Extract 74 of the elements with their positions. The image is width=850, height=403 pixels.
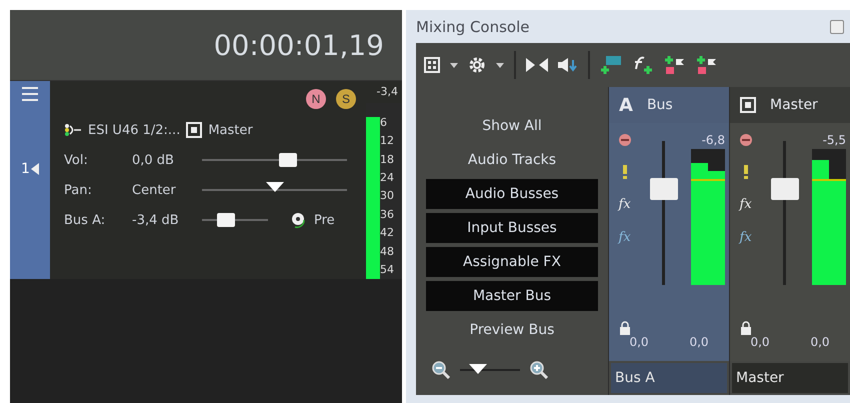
bus-name: Master	[208, 122, 253, 138]
timecode: 00:00:01,19	[214, 28, 384, 62]
peak-value: -6,8	[702, 133, 725, 149]
slider-thumb[interactable]	[278, 153, 297, 167]
filter-item[interactable]: Audio Tracks	[426, 145, 598, 175]
caret-icon[interactable]	[450, 62, 458, 68]
fader-thumb[interactable]	[771, 178, 800, 200]
filter-item[interactable]: Show All	[426, 111, 598, 141]
send-mode[interactable]: Pre	[314, 212, 335, 228]
filter-item[interactable]: Assignable FX	[426, 247, 598, 277]
fader-thumb[interactable]	[650, 178, 678, 200]
zoom-thumb[interactable]	[469, 364, 487, 374]
master-bus-icon	[186, 122, 202, 138]
track-number: 1	[21, 161, 30, 177]
control-label: Pan:	[64, 182, 93, 198]
caret-icon[interactable]	[496, 62, 504, 68]
master-bus-icon	[740, 97, 756, 113]
scale-label: 18	[380, 152, 394, 166]
channel-header[interactable]: Master	[730, 87, 850, 123]
no-entry-icon[interactable]	[738, 133, 753, 147]
control-value: 0,0 dB	[132, 152, 175, 168]
level-reading: 0,0	[689, 335, 709, 351]
scale-label: 6	[380, 116, 388, 129]
scale-label: 54	[380, 263, 394, 276]
scale-label: 48	[380, 244, 394, 258]
level-reading: 0,0	[810, 335, 830, 351]
add-track-icon[interactable]	[600, 55, 622, 75]
pan-thumb[interactable]	[266, 182, 284, 192]
menu-icon[interactable]	[22, 87, 38, 101]
solo-button[interactable]: S	[336, 89, 356, 109]
control-value: Center	[132, 182, 177, 198]
zoom-out-icon[interactable]	[432, 361, 450, 379]
zoom-in-icon[interactable]	[530, 361, 548, 379]
add-plugin-icon[interactable]	[632, 55, 654, 75]
scale-label: 36	[380, 208, 394, 221]
level-reading: 0,0	[750, 335, 770, 351]
filter-item[interactable]: Master Bus	[426, 281, 598, 311]
speaker-down-icon[interactable]	[558, 58, 578, 72]
no-entry-icon[interactable]	[618, 133, 632, 147]
grid-icon[interactable]	[424, 57, 440, 73]
fx-button[interactable]: fx	[618, 197, 631, 212]
level-reading: 0,0	[629, 335, 649, 351]
settings-icon[interactable]	[468, 56, 486, 74]
control-label: Vol:	[64, 152, 89, 168]
lock-icon[interactable]	[740, 321, 752, 335]
filter-item[interactable]: Audio Busses	[426, 179, 598, 209]
bowtie-icon[interactable]	[526, 58, 548, 72]
window-title: Mixing Console	[416, 18, 530, 36]
filter-item[interactable]: Preview Bus	[426, 315, 598, 345]
slider-thumb[interactable]	[217, 213, 236, 227]
scale-label: 42	[380, 226, 394, 240]
output-device[interactable]: ESI U46 1/2:...	[88, 122, 180, 138]
peak-value: -5,5	[822, 133, 846, 149]
output-icon[interactable]	[64, 123, 82, 137]
control-label: Bus A:	[64, 212, 106, 228]
add-bus-icon[interactable]	[696, 55, 718, 75]
lock-icon[interactable]	[618, 321, 631, 335]
scale-label: 12	[380, 134, 394, 148]
warning-icon[interactable]	[622, 165, 628, 179]
close-button[interactable]	[830, 20, 844, 34]
fx-button[interactable]: fx	[740, 197, 752, 212]
filter-item[interactable]: Input Busses	[426, 213, 598, 243]
channel-name-field[interactable]: Master	[732, 363, 848, 393]
add-bus-icon[interactable]	[664, 55, 686, 75]
control-value: -3,4 dB	[132, 212, 180, 228]
scale-label: 30	[380, 189, 394, 202]
scale-label: 24	[380, 171, 394, 184]
mute-button[interactable]: N	[306, 89, 326, 109]
channel-header[interactable]: A Bus	[609, 87, 729, 123]
warning-icon[interactable]	[742, 165, 749, 179]
peak-value: -3,4	[376, 85, 399, 100]
channel-name-field[interactable]: Bus A	[611, 363, 727, 393]
speaker-icon	[30, 163, 39, 175]
fx-button[interactable]: fx	[740, 230, 752, 245]
